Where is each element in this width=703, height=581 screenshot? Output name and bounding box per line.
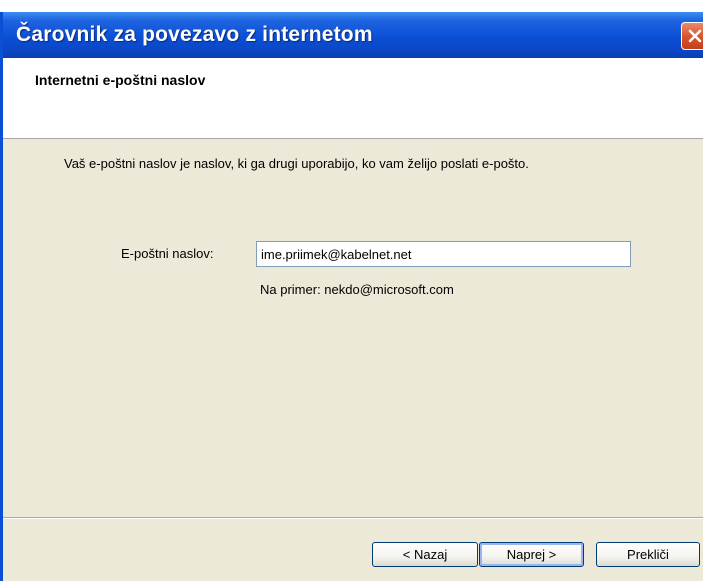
wizard-window: Čarovnik za povezavo z internetom Intern…: [0, 12, 703, 581]
description-text: Vaš e-poštni naslov je naslov, ki ga dru…: [64, 156, 529, 171]
back-button[interactable]: < Nazaj: [372, 542, 478, 567]
page-title: Internetni e-poštni naslov: [35, 72, 206, 88]
example-hint: Na primer: nekdo@microsoft.com: [260, 282, 454, 297]
email-field[interactable]: [256, 241, 631, 267]
wizard-header: Internetni e-poštni naslov: [3, 58, 703, 139]
next-button[interactable]: Naprej >: [479, 542, 584, 567]
footer-separator: [3, 517, 703, 519]
title-bar[interactable]: Čarovnik za povezavo z internetom: [3, 12, 703, 58]
window-title: Čarovnik za povezavo z internetom: [16, 23, 373, 46]
close-button[interactable]: [681, 22, 703, 50]
close-icon: [688, 29, 702, 43]
email-label: E-poštni naslov:: [121, 246, 214, 261]
cancel-button[interactable]: Prekliči: [596, 542, 700, 567]
